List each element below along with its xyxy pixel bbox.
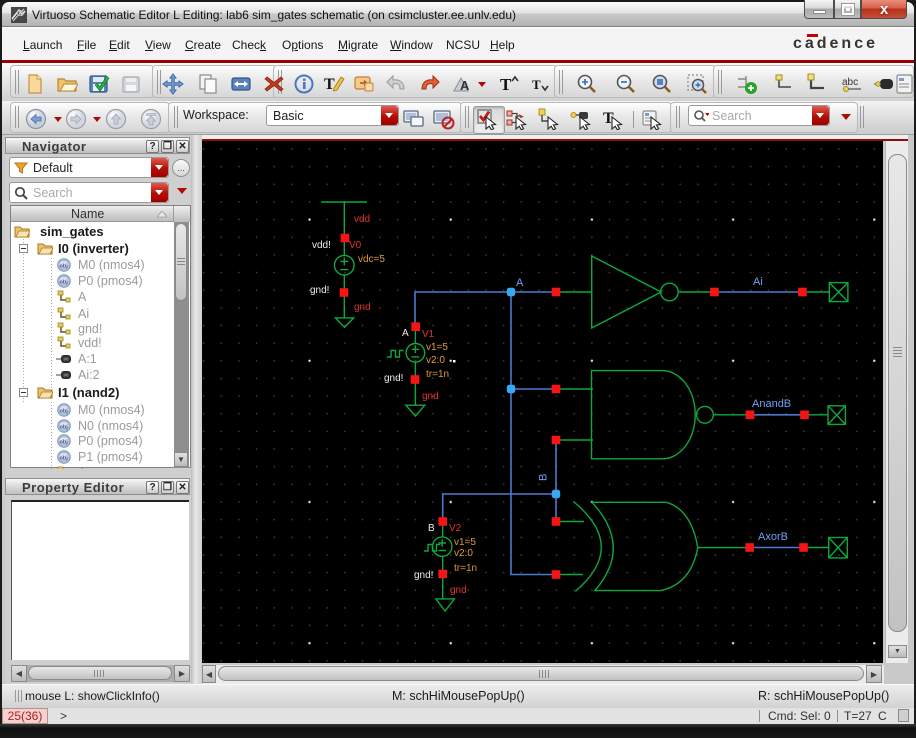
svg-text:gnd: gnd bbox=[450, 585, 467, 596]
svg-text:obj: obj bbox=[60, 409, 69, 415]
svg-text:Ai: Ai bbox=[753, 276, 763, 288]
svg-text:V2: V2 bbox=[449, 523, 462, 534]
svg-text:obj: obj bbox=[60, 264, 69, 270]
svg-text:T: T bbox=[500, 75, 512, 94]
svg-text:A: A bbox=[402, 328, 409, 339]
svg-text:AnandB: AnandB bbox=[752, 398, 791, 410]
svg-text:gnd: gnd bbox=[354, 302, 371, 313]
svg-text:obj: obj bbox=[60, 456, 69, 462]
svg-text:A: A bbox=[516, 277, 524, 289]
svg-text:gnd!: gnd! bbox=[384, 373, 403, 384]
svg-text:gnd!: gnd! bbox=[310, 285, 329, 296]
svg-text:obj: obj bbox=[60, 440, 69, 446]
svg-text:tr=1n: tr=1n bbox=[426, 369, 449, 380]
svg-text:AxorB: AxorB bbox=[758, 531, 788, 543]
svg-text:v1=5: v1=5 bbox=[454, 537, 476, 548]
svg-text:vdd!: vdd! bbox=[312, 240, 331, 251]
svg-text:vdc=5: vdc=5 bbox=[358, 254, 385, 265]
svg-text:tr=1n: tr=1n bbox=[454, 563, 477, 574]
svg-text:gnd!: gnd! bbox=[414, 570, 433, 581]
svg-text:B: B bbox=[538, 474, 550, 481]
svg-text:vdd: vdd bbox=[354, 214, 370, 225]
svg-text:B: B bbox=[428, 523, 435, 534]
svg-text:v2:0: v2:0 bbox=[426, 355, 445, 366]
svg-text:V1: V1 bbox=[422, 329, 435, 340]
svg-text:v1=5: v1=5 bbox=[426, 342, 448, 353]
svg-text:T: T bbox=[532, 77, 541, 92]
svg-text:V0: V0 bbox=[349, 240, 362, 251]
svg-text:v2:0: v2:0 bbox=[454, 548, 473, 559]
svg-text:gnd: gnd bbox=[422, 391, 439, 402]
svg-text:obj: obj bbox=[60, 425, 69, 431]
svg-text:obj: obj bbox=[60, 280, 69, 286]
svg-text:abc: abc bbox=[842, 77, 858, 88]
svg-text:A: A bbox=[460, 78, 470, 93]
